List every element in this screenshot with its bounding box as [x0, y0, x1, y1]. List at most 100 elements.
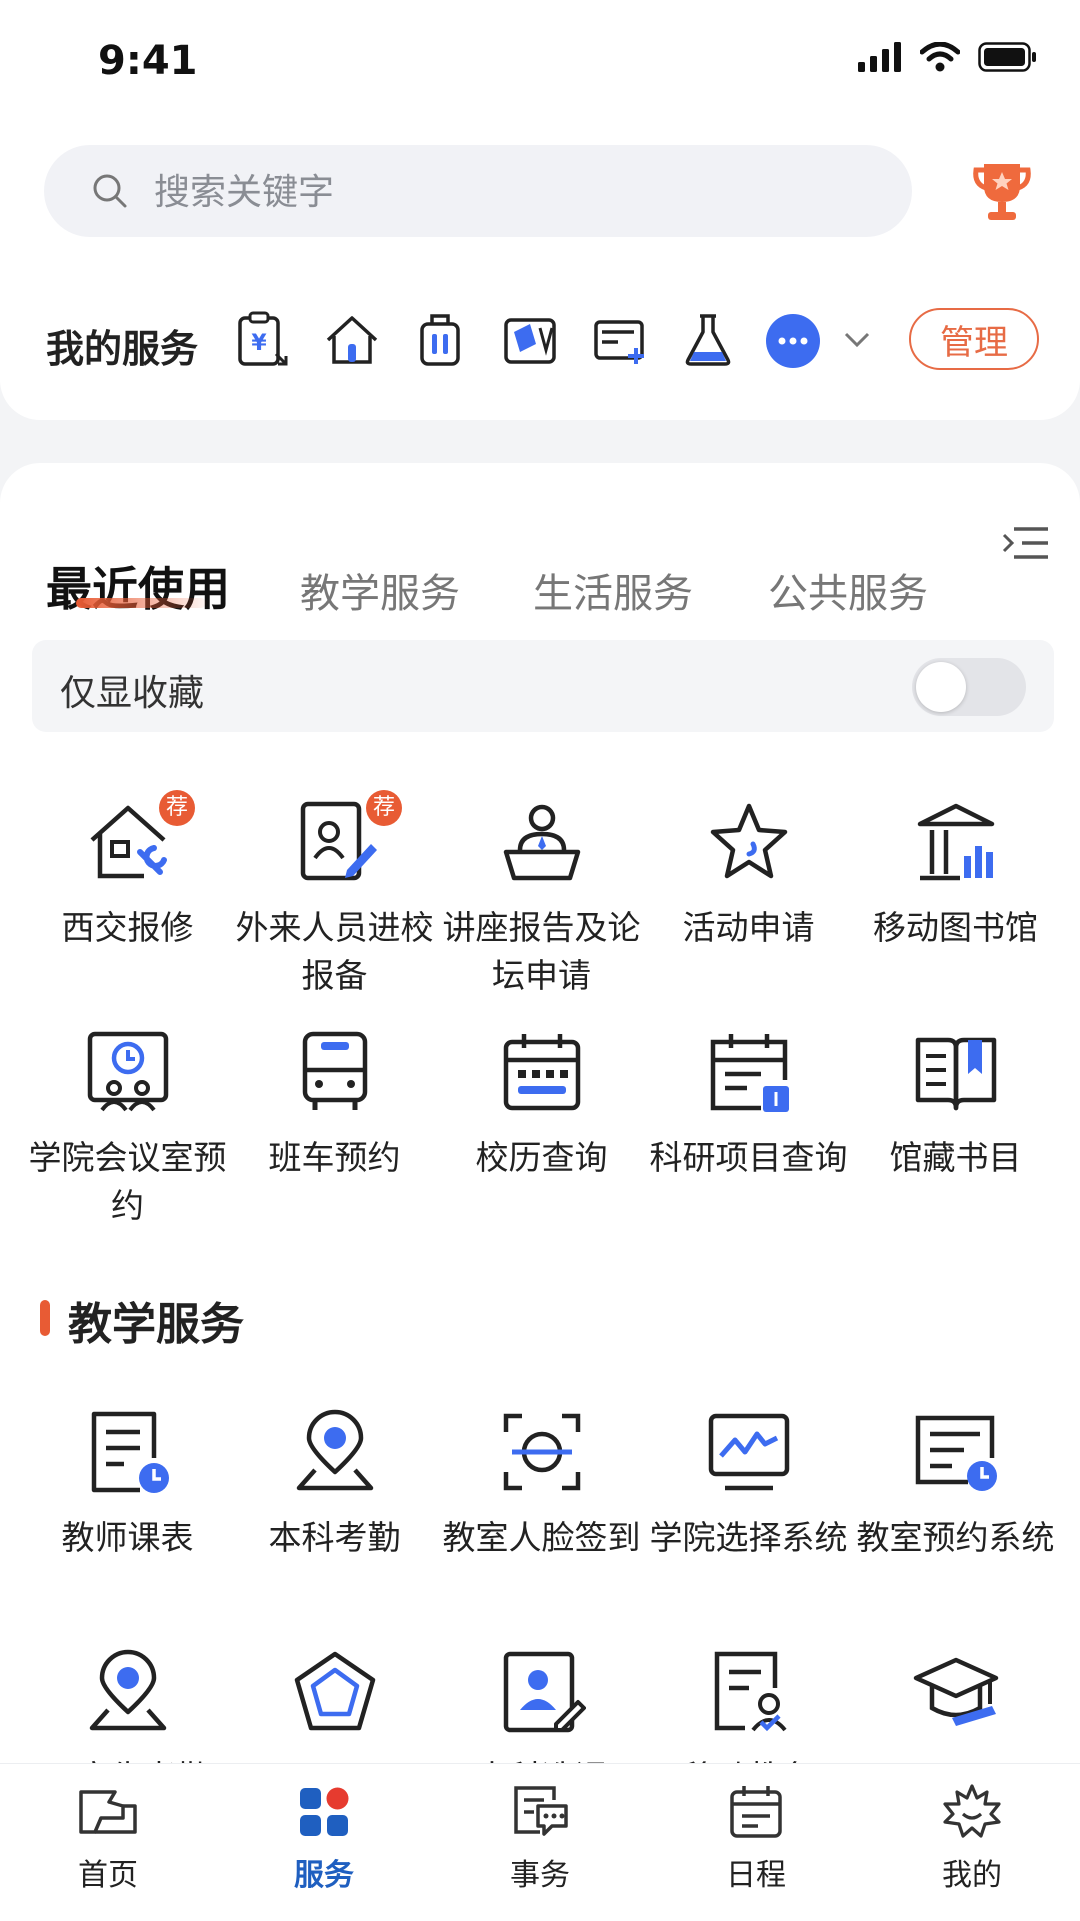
star-icon: [710, 803, 787, 879]
nav-profile[interactable]: 我的: [864, 1784, 1080, 1894]
service-label: 讲座报告及论坛申请: [442, 908, 641, 995]
service-item-catalog[interactable]: 馆藏书目: [852, 1028, 1059, 1182]
more-dots-icon: [778, 337, 808, 345]
service-item-research[interactable]: 科研项目查询: [645, 1028, 852, 1182]
chevron-down-icon[interactable]: [842, 324, 872, 354]
search-icon: [93, 174, 127, 208]
service-item-activity[interactable]: 活动申请: [645, 798, 852, 952]
favorites-filter-row: 仅显收藏: [32, 640, 1054, 732]
service-item-teacher-schedule[interactable]: 教师课表: [24, 1408, 231, 1562]
service-item-graduation[interactable]: [852, 1648, 1059, 1754]
nav-label: 我的: [942, 1858, 1002, 1893]
recommend-badge: 荐: [366, 790, 402, 826]
bottom-nav: 首页 服务 事务 日程 我的: [0, 1763, 1080, 1921]
library-icon: [917, 803, 994, 881]
service-label: 学院选择系统: [649, 1518, 848, 1557]
home-nav-icon: [79, 1790, 137, 1834]
service-label: 学院会议室预约: [28, 1138, 227, 1225]
service-item-pentagon[interactable]: [231, 1648, 438, 1754]
research-calendar-icon: [710, 1034, 789, 1112]
face-scan-icon: [503, 1413, 580, 1491]
category-tabs: 最近使用 教学服务 生活服务 公共服务: [0, 503, 1080, 617]
nav-affairs[interactable]: 事务: [432, 1784, 648, 1894]
schedule-nav-icon: [730, 1786, 782, 1838]
meeting-room-icon: [87, 1031, 168, 1112]
services-grid-icon: [300, 1787, 349, 1836]
tab-public[interactable]: 公共服务: [768, 561, 928, 619]
signal-icon: [858, 42, 901, 72]
top-card: 9:41 搜索关键字 我的服务 ¥ 管理: [0, 0, 1080, 420]
more-services-button[interactable]: [766, 314, 820, 368]
nav-schedule[interactable]: 日程: [648, 1784, 864, 1894]
service-label: 活动申请: [682, 908, 815, 947]
favorites-toggle[interactable]: [912, 658, 1026, 716]
home-icon[interactable]: [322, 310, 382, 370]
service-item-meeting-room[interactable]: 学院会议室预约: [24, 1028, 231, 1230]
flask-icon[interactable]: [678, 310, 738, 370]
section-title: 教学服务: [68, 1299, 244, 1350]
search-input[interactable]: [152, 163, 856, 221]
monitor-chart-icon: [708, 1413, 789, 1491]
calendar-icon: [503, 1034, 580, 1111]
service-label: 本科考勤: [268, 1518, 401, 1557]
id-card-icon[interactable]: [500, 310, 560, 370]
svg-text:¥: ¥: [251, 331, 267, 356]
service-item-lecture[interactable]: 讲座报告及论坛申请: [438, 798, 645, 1000]
service-item-face-checkin[interactable]: 教室人脸签到: [438, 1408, 645, 1562]
bus-icon: [302, 1031, 367, 1110]
location-pin-icon: [89, 1649, 166, 1731]
my-services-bar: 我的服务 ¥ 管理: [0, 300, 1080, 380]
schedule-clock-icon: [91, 1411, 169, 1493]
book-icon: [915, 1037, 996, 1111]
wifi-icon: [920, 42, 960, 72]
service-label: 教室人脸签到: [442, 1518, 641, 1557]
mobile-affairs-icon: [714, 1651, 787, 1732]
service-label: 班车预约: [268, 1138, 401, 1177]
section-accent-bar: [40, 1300, 50, 1336]
course-selection-icon: [503, 1651, 586, 1733]
service-item-school-calendar[interactable]: 校历查询: [438, 1028, 645, 1182]
luggage-icon[interactable]: [410, 310, 470, 370]
nav-label: 服务: [294, 1858, 354, 1893]
card-add-icon[interactable]: [590, 310, 650, 370]
service-item-room-booking[interactable]: 教室预约系统: [852, 1408, 1059, 1562]
recommend-badge: 荐: [159, 790, 195, 826]
service-item-bus[interactable]: 班车预约: [231, 1028, 438, 1182]
services-panel: 最近使用 教学服务 生活服务 公共服务 仅显收藏 荐 西交报修 荐 外来人员进校…: [0, 463, 1080, 1797]
service-item-college-selection[interactable]: 学院选择系统: [645, 1408, 852, 1562]
nav-label: 首页: [78, 1858, 138, 1893]
tab-menu-icon[interactable]: [1000, 523, 1050, 563]
lecture-podium-icon: [503, 804, 580, 881]
pentagon-icon: [294, 1651, 375, 1731]
service-label: 馆藏书目: [889, 1138, 1022, 1177]
payment-clipboard-icon[interactable]: ¥: [232, 310, 292, 370]
nav-services[interactable]: 服务: [216, 1784, 432, 1894]
service-item-repair[interactable]: 荐 西交报修: [24, 790, 231, 952]
service-label: 移动图书馆: [873, 908, 1038, 947]
affairs-chat-icon: [514, 1786, 568, 1836]
toggle-knob: [916, 662, 966, 712]
my-services-title: 我的服务: [46, 327, 199, 371]
service-item-library[interactable]: 移动图书馆: [852, 798, 1059, 952]
service-item-undergrad-attendance[interactable]: 本科考勤: [231, 1408, 438, 1562]
service-item-visitor[interactable]: 荐 外来人员进校报备: [231, 790, 438, 1000]
profile-leaf-icon: [943, 1784, 1001, 1838]
service-label: 科研项目查询: [649, 1138, 848, 1177]
service-label: 教师课表: [61, 1518, 194, 1557]
service-label: 外来人员进校报备: [235, 908, 434, 995]
status-time: 9:41: [98, 38, 198, 84]
tab-indicator: [76, 598, 206, 608]
nav-home[interactable]: 首页: [0, 1784, 216, 1894]
service-label: 西交报修: [61, 908, 194, 947]
manage-button[interactable]: 管理: [909, 308, 1039, 370]
favorites-label: 仅显收藏: [60, 673, 205, 714]
service-label: 校历查询: [475, 1138, 608, 1177]
search-box[interactable]: [44, 145, 912, 237]
trophy-icon[interactable]: [970, 158, 1034, 224]
status-bar: 9:41: [0, 0, 1080, 120]
tab-teaching[interactable]: 教学服务: [300, 561, 460, 619]
status-icons: [858, 42, 1038, 72]
tab-recent[interactable]: 最近使用: [46, 553, 230, 619]
tab-life[interactable]: 生活服务: [533, 561, 693, 619]
location-pin-icon: [296, 1409, 373, 1491]
